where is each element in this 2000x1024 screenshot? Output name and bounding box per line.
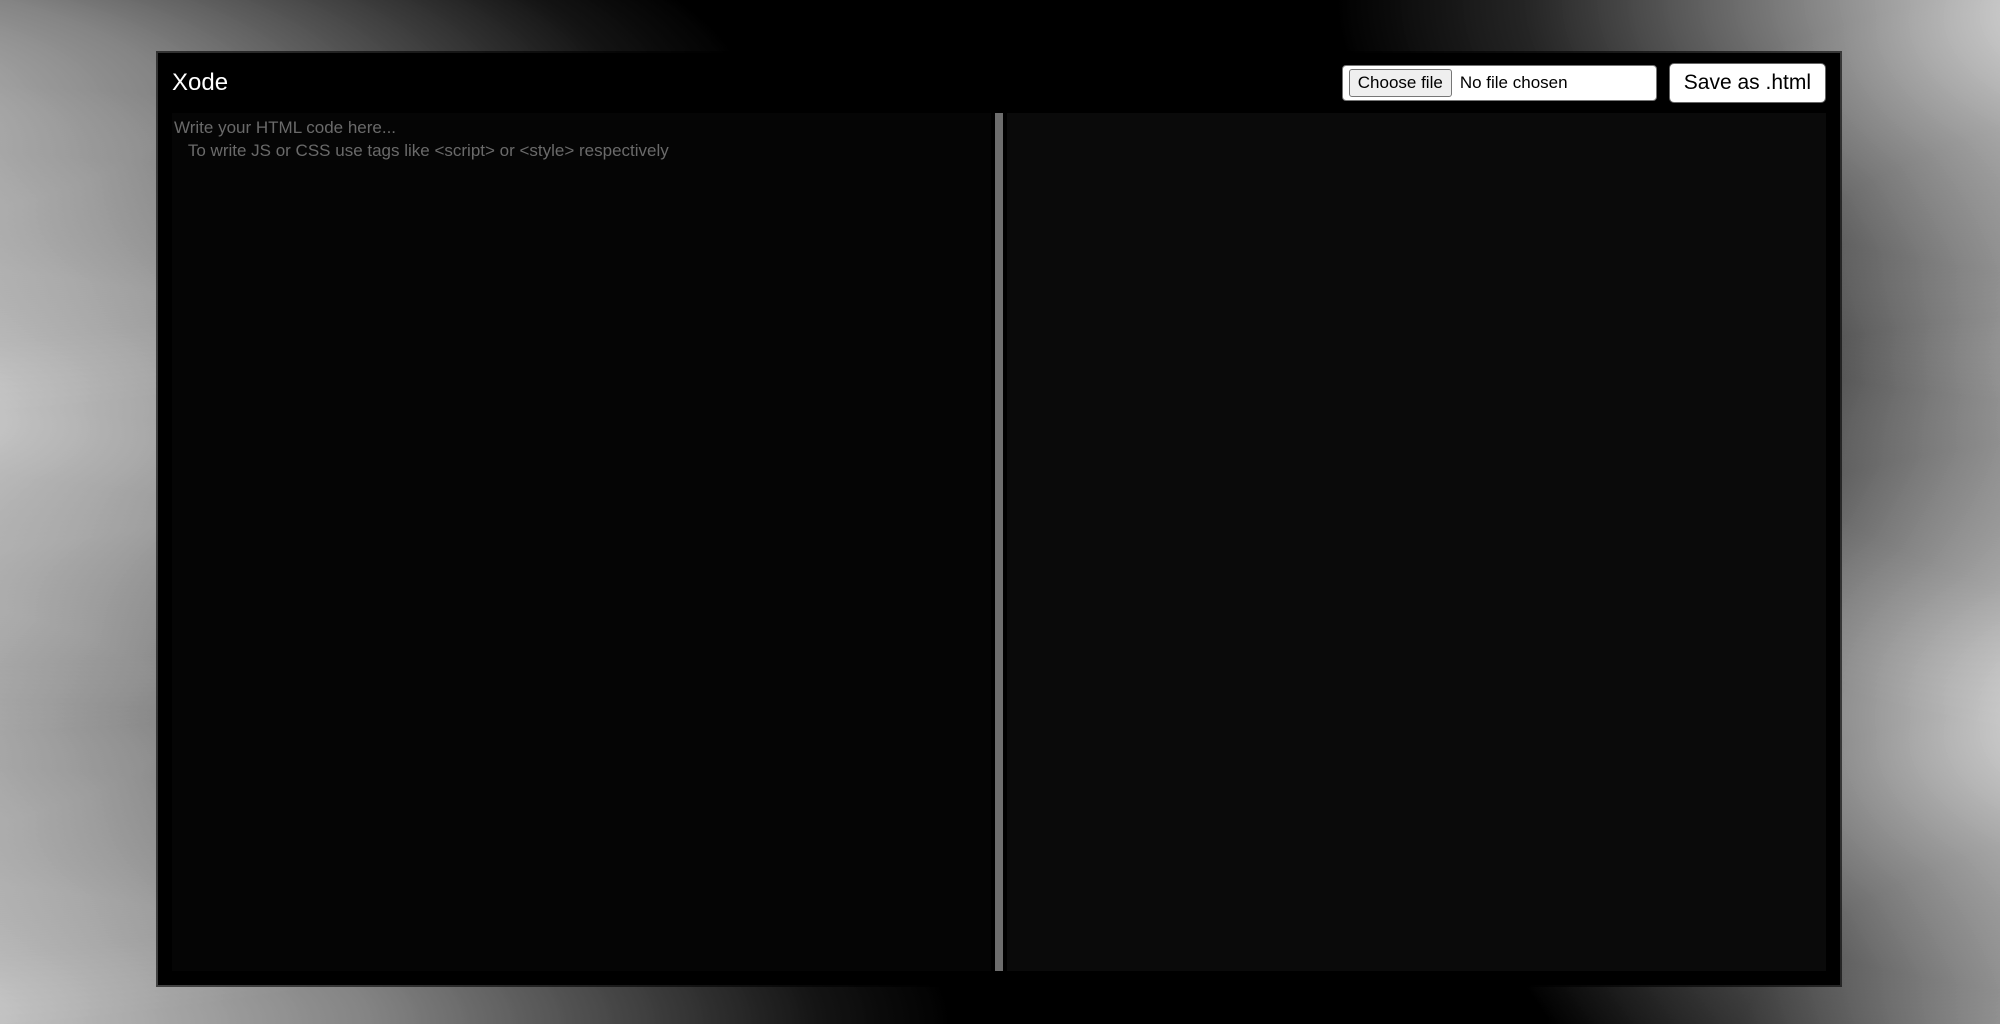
app-window: Xode Choose file No file chosen Save as … [158,53,1840,985]
split-panes [158,107,1840,985]
pane-divider[interactable] [995,113,1003,971]
code-editor[interactable] [172,113,991,971]
preview-pane[interactable] [1007,113,1826,971]
save-button[interactable]: Save as .html [1669,63,1826,103]
file-input-wrapper[interactable]: Choose file No file chosen [1342,65,1657,101]
choose-file-button[interactable]: Choose file [1349,69,1452,97]
file-input-status: No file chosen [1460,73,1568,93]
app-title: Xode [172,69,228,97]
header: Xode Choose file No file chosen Save as … [158,53,1840,107]
